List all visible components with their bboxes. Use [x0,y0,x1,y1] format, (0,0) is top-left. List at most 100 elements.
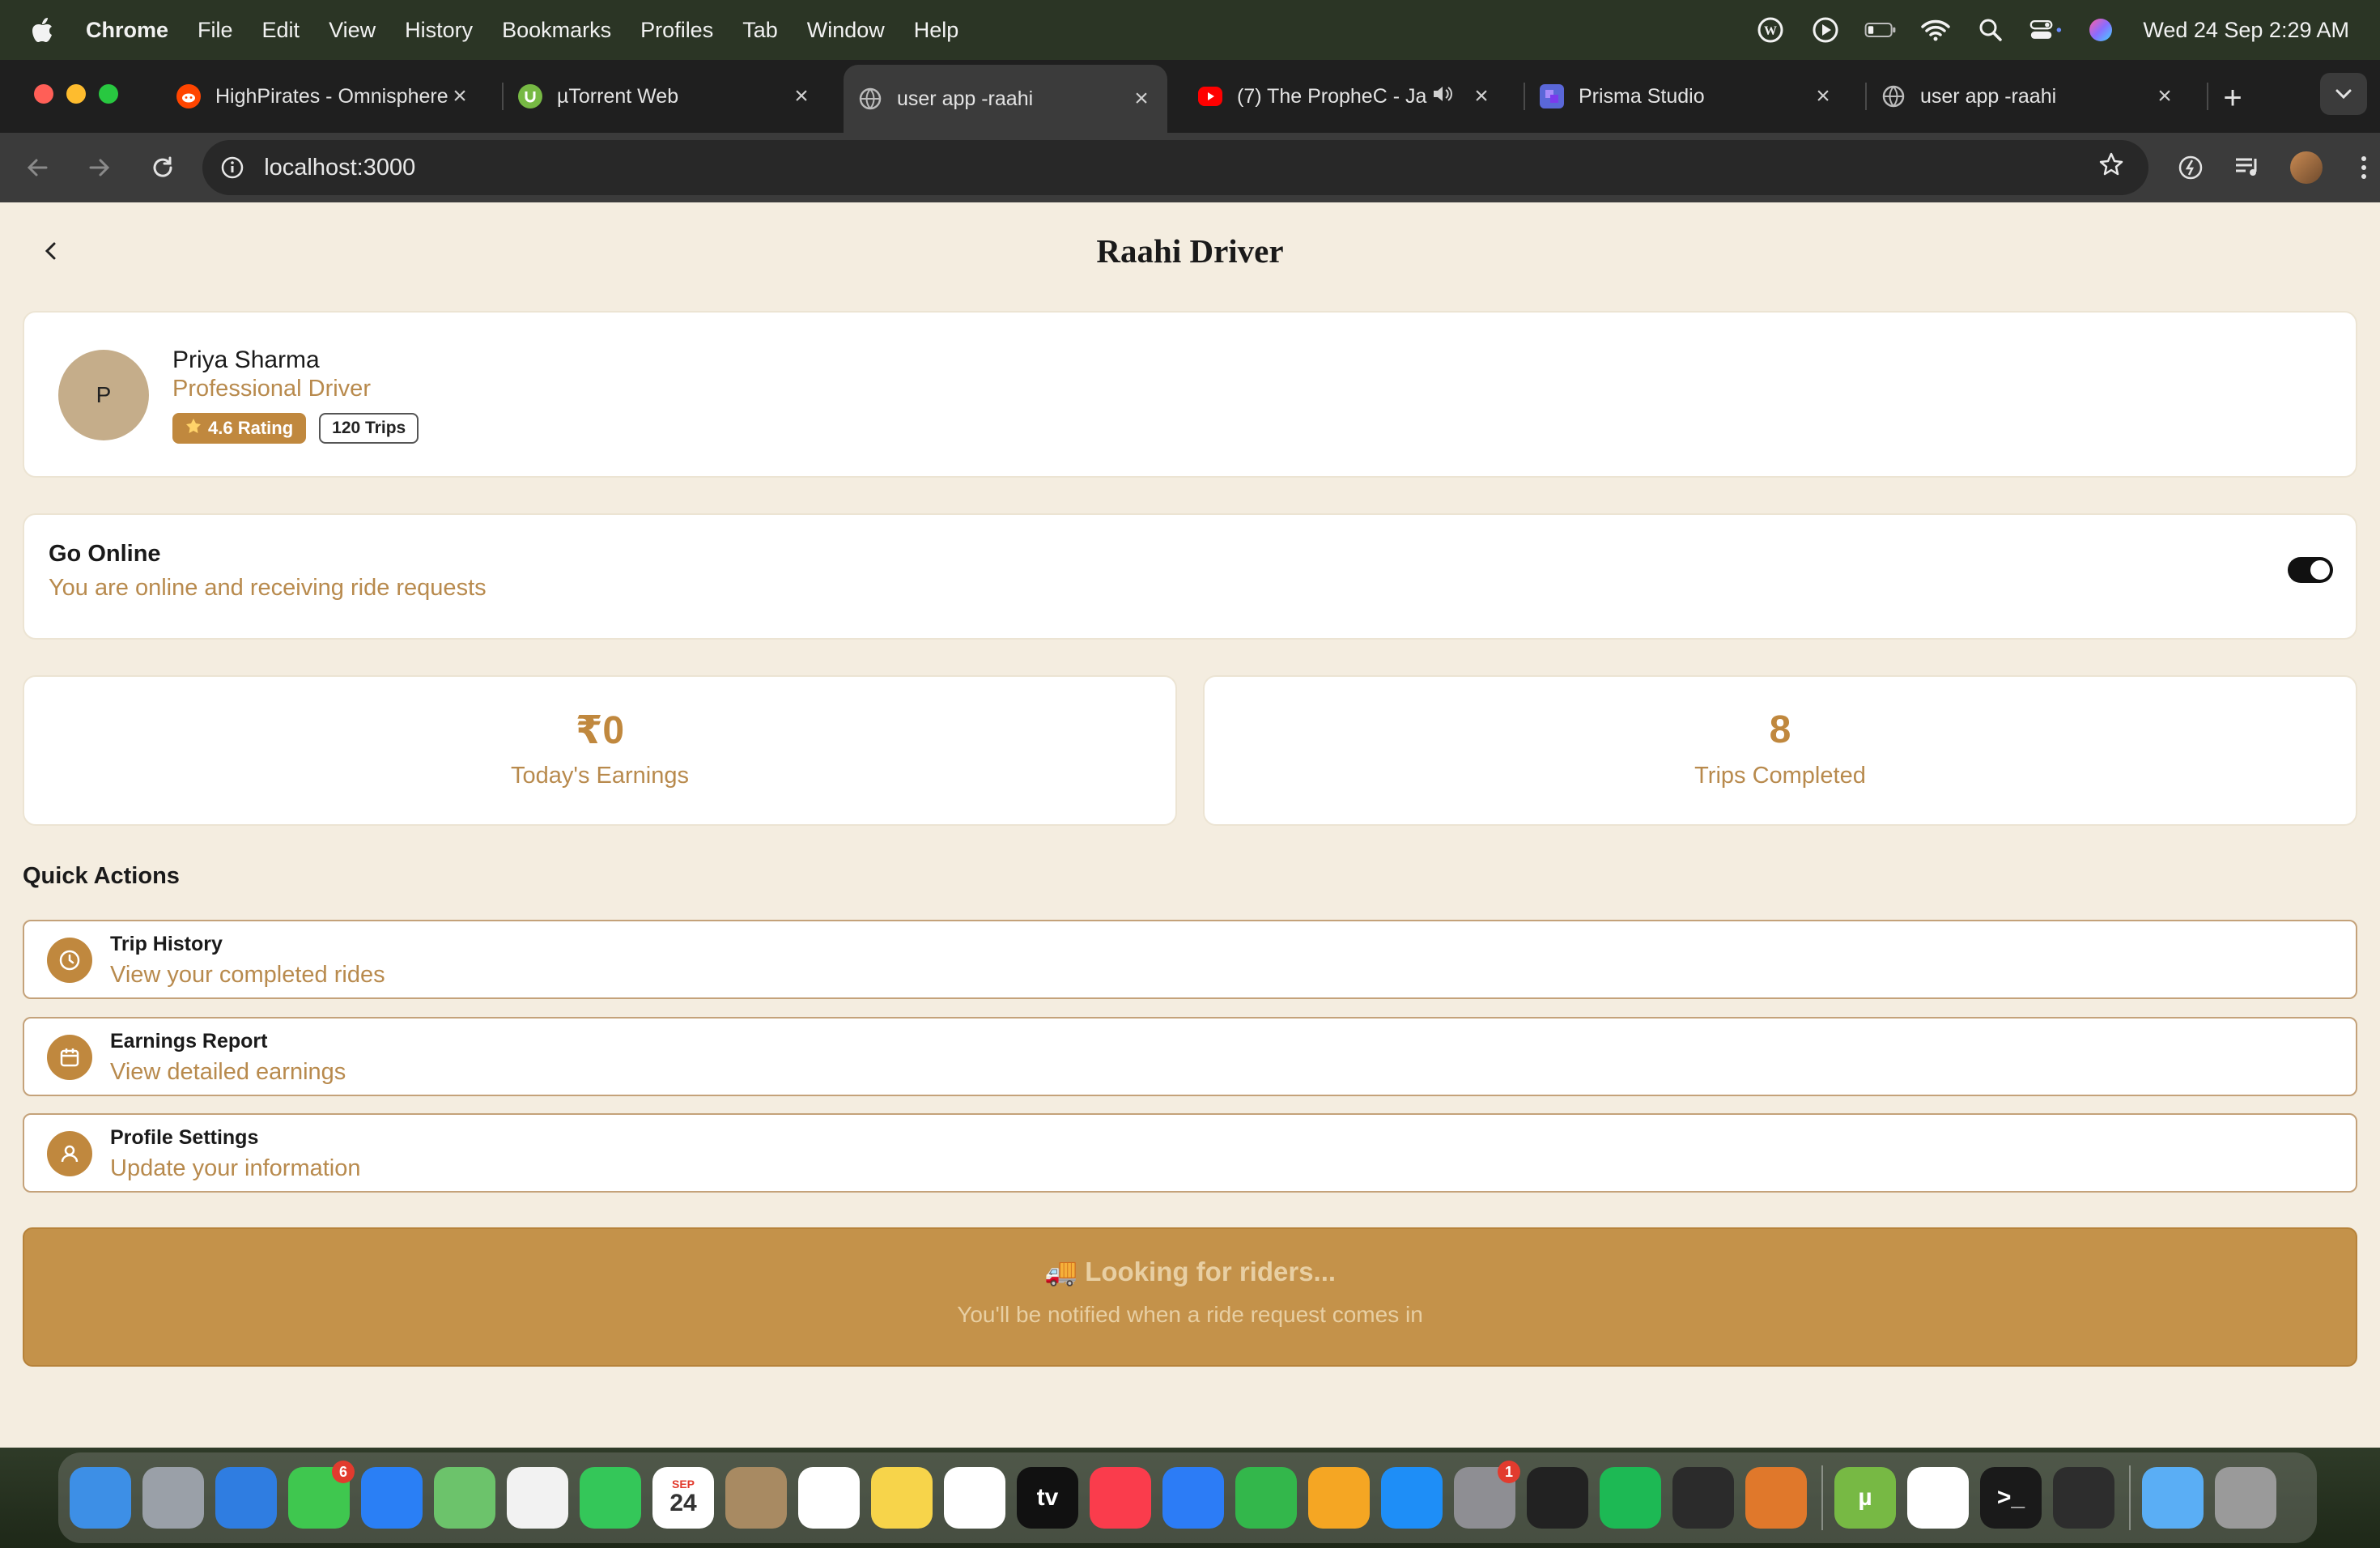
banner-subtitle: You'll be notified when a ride request c… [957,1302,1423,1327]
action-title: Profile Settings [110,1126,259,1149]
app-store-icon[interactable] [1381,1467,1443,1529]
cursor-icon[interactable] [2053,1467,2114,1529]
logic-pro-icon[interactable] [1527,1467,1588,1529]
calendar-icon[interactable]: SEP 24 [652,1467,714,1529]
contacts-icon[interactable] [725,1467,787,1529]
new-tab-button[interactable]: + [2208,80,2257,117]
menu-app-name[interactable]: Chrome [86,18,168,43]
wordpress-status-icon[interactable]: W [1754,14,1787,46]
reminders-icon[interactable] [798,1467,860,1529]
media-control-icon[interactable] [2233,151,2264,184]
menu-bookmarks[interactable]: Bookmarks [502,18,611,43]
maps-icon[interactable] [434,1467,495,1529]
play-status-icon[interactable] [1809,14,1842,46]
chrome-icon[interactable] [1907,1467,1969,1529]
close-tab-icon[interactable]: × [2153,83,2176,110]
safari-icon[interactable] [215,1467,277,1529]
menu-file[interactable]: File [198,18,233,43]
minimize-window-button[interactable] [66,84,86,104]
driver-profile-card: P Priya Sharma Professional Driver 4.6 R… [23,311,2357,478]
close-tab-icon[interactable]: × [1470,83,1493,110]
tab-user-app-raahi[interactable]: user app -raahi × [1867,65,2191,128]
menu-tab[interactable]: Tab [742,18,778,43]
close-window-button[interactable] [34,84,53,104]
utorrent-icon[interactable]: µ [1834,1467,1896,1529]
wifi-icon[interactable] [1919,14,1952,46]
action-title: Earnings Report [110,1030,268,1053]
online-toggle[interactable] [2288,557,2333,583]
performance-icon[interactable] [2174,151,2206,184]
menu-edit[interactable]: Edit [262,18,300,43]
back-arrow-icon[interactable] [21,151,53,184]
user-icon [47,1131,92,1176]
close-tab-icon[interactable]: × [1812,83,1834,110]
bookmark-star-icon[interactable] [2098,151,2124,184]
tab-youtube[interactable]: (7) The PropheC - Ja × [1184,65,1507,128]
profile-settings-button[interactable]: Profile Settings Update your information [23,1113,2357,1193]
url-text[interactable]: localhost:3000 [264,155,2098,181]
zoom-window-button[interactable] [99,84,118,104]
earnings-report-button[interactable]: Earnings Report View detailed earnings [23,1017,2357,1096]
notes-icon[interactable] [871,1467,933,1529]
menu-help[interactable]: Help [914,18,959,43]
reload-icon[interactable] [147,151,178,184]
launchpad-icon[interactable] [142,1467,204,1529]
music-icon[interactable] [1090,1467,1151,1529]
tab-prisma-studio[interactable]: Prisma Studio × [1525,65,1849,128]
facetime-icon[interactable] [580,1467,641,1529]
finder-icon[interactable] [70,1467,131,1529]
terminal-icon[interactable]: >_ [1980,1467,2042,1529]
tab-title: user app -raahi [1920,84,2057,108]
page-title: Raahi Driver [1096,232,1284,270]
menu-history[interactable]: History [405,18,473,43]
more-menu-icon[interactable] [2348,151,2380,184]
calendar-glyph: 24 [669,1490,697,1516]
menu-view[interactable]: View [329,18,376,43]
tab-user-app-raahi-active[interactable]: user app -raahi × [844,65,1167,133]
mail-icon[interactable] [361,1467,423,1529]
quick-actions-title: Quick Actions [23,863,180,889]
downloads-folder-icon[interactable] [2142,1467,2204,1529]
tab-search-button[interactable] [2320,73,2367,115]
battery-icon[interactable] [1864,14,1897,46]
site-info-icon[interactable] [219,154,246,181]
instruments-icon[interactable] [1672,1467,1734,1529]
close-tab-icon[interactable]: × [448,83,471,110]
speaker-icon[interactable] [1431,84,1454,109]
apple-menu-icon[interactable] [31,16,55,44]
menu-profiles[interactable]: Profiles [640,18,713,43]
tab-highpirates[interactable]: HighPirates - Omnisphere × [162,65,486,128]
freeform-icon[interactable] [944,1467,1005,1529]
address-bar[interactable]: localhost:3000 [202,140,2149,195]
close-tab-icon[interactable]: × [790,83,813,110]
photos-icon[interactable] [507,1467,568,1529]
globe-icon [1881,84,1906,108]
close-tab-icon[interactable]: × [1130,85,1153,113]
fl-studio-icon[interactable] [1745,1467,1807,1529]
menu-window[interactable]: Window [807,18,885,43]
toggle-knob [2310,560,2330,580]
keynote-icon[interactable] [1162,1467,1224,1529]
pages-icon[interactable] [1308,1467,1370,1529]
trash-icon[interactable] [2215,1467,2276,1529]
menu-clock[interactable]: Wed 24 Sep 2:29 AM [2143,18,2349,43]
youtube-icon [1198,87,1222,106]
spotify-icon[interactable] [1600,1467,1661,1529]
messages-icon[interactable]: 6 [288,1461,355,1529]
system-settings-icon[interactable]: 1 [1454,1461,1520,1529]
control-center-icon[interactable] [2029,14,2062,46]
numbers-icon[interactable] [1235,1467,1297,1529]
profile-avatar-icon[interactable] [2290,151,2323,184]
forward-arrow-icon[interactable] [83,151,115,184]
browser-toolbar: localhost:3000 [0,133,2380,202]
trip-history-button[interactable]: Trip History View your completed rides [23,920,2357,999]
trips-stat-card: 8 Trips Completed [1203,675,2357,826]
tab-utorrent[interactable]: µTorrent Web × [504,65,827,128]
clock-icon [47,938,92,983]
siri-icon[interactable] [2085,14,2117,46]
calendar-month-label: SEP [671,1478,695,1491]
apple-tv-icon[interactable]: tv [1017,1467,1078,1529]
spotlight-search-icon[interactable] [1974,14,2007,46]
trips-value: 8 [1769,708,1791,751]
web-page: Raahi Driver P Priya Sharma Professional… [0,202,2380,1448]
